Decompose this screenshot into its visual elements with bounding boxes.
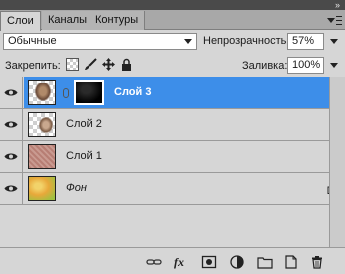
layer-content[interactable]: Слой 3 bbox=[24, 77, 329, 108]
tab-layers[interactable]: Слои bbox=[0, 11, 41, 31]
eye-icon bbox=[4, 185, 18, 192]
layer-row-3[interactable]: Слой 3 bbox=[0, 77, 345, 109]
fill-slider-arrow-icon[interactable] bbox=[330, 63, 338, 68]
layer-mask-thumbnail[interactable] bbox=[74, 80, 104, 105]
panel-menu-button[interactable] bbox=[327, 13, 342, 27]
link-chain-icon bbox=[63, 88, 69, 98]
collapse-icon[interactable]: ›› bbox=[335, 0, 340, 10]
link-layers-icon[interactable] bbox=[146, 255, 162, 269]
layer-name: Слой 3 bbox=[114, 86, 152, 98]
trash-icon[interactable] bbox=[309, 255, 325, 269]
opacity-field[interactable]: 57% bbox=[287, 33, 324, 50]
panel-menu-arrow-icon bbox=[327, 18, 335, 23]
layer-thumbnail bbox=[28, 80, 56, 105]
layer-thumbnail bbox=[28, 112, 56, 137]
eye-icon bbox=[4, 153, 18, 160]
chevron-down-icon bbox=[184, 39, 192, 44]
lock-transparency-icon[interactable] bbox=[66, 58, 79, 71]
layer-name: Фон bbox=[66, 182, 87, 194]
layers-scrollbar[interactable] bbox=[329, 77, 345, 247]
adjustment-layer-icon[interactable] bbox=[229, 255, 245, 269]
visibility-toggle[interactable] bbox=[0, 77, 23, 108]
lock-pixels-brush-icon[interactable] bbox=[84, 58, 97, 71]
panel-titlebar: ›› bbox=[0, 0, 345, 10]
layer-thumbnail bbox=[28, 144, 56, 169]
fill-label: Заливка: bbox=[242, 60, 288, 72]
new-layer-icon[interactable] bbox=[283, 255, 299, 269]
visibility-toggle[interactable] bbox=[0, 173, 23, 204]
layer-name: Слой 1 bbox=[66, 150, 102, 162]
layer-content[interactable]: Слой 1 bbox=[24, 141, 329, 172]
tab-channels[interactable]: Каналы bbox=[42, 11, 95, 30]
layers-list: Слой 3 Слой 2 Слой 1 Фон bbox=[0, 77, 345, 247]
eye-icon bbox=[4, 121, 18, 128]
opacity-slider-arrow-icon[interactable] bbox=[330, 39, 338, 44]
blend-mode-value: Обычные bbox=[8, 35, 57, 47]
fx-icon[interactable]: fx bbox=[174, 255, 190, 269]
layer-content[interactable]: Фон bbox=[24, 173, 337, 204]
blend-mode-select[interactable]: Обычные bbox=[3, 33, 197, 50]
layers-panel: ›› Слои Каналы Контуры Обычные Непрозрач… bbox=[0, 0, 345, 274]
lock-label: Закрепить: bbox=[5, 60, 61, 72]
layer-row-1[interactable]: Слой 1 bbox=[0, 141, 345, 173]
fill-field[interactable]: 100% bbox=[287, 57, 324, 74]
opacity-label: Непрозрачность: bbox=[203, 35, 290, 47]
eye-icon bbox=[4, 89, 18, 96]
visibility-toggle[interactable] bbox=[0, 109, 23, 140]
layer-content[interactable]: Слой 2 bbox=[24, 109, 329, 140]
layers-bottom-toolbar: fx bbox=[0, 247, 345, 274]
layer-row-2[interactable]: Слой 2 bbox=[0, 109, 345, 141]
tab-paths[interactable]: Контуры bbox=[89, 11, 146, 30]
lock-all-icon[interactable] bbox=[120, 58, 133, 71]
new-group-icon[interactable] bbox=[257, 255, 273, 269]
layer-row-background[interactable]: Фон bbox=[0, 173, 345, 205]
layer-name: Слой 2 bbox=[66, 118, 102, 130]
panel-tabs: Слои Каналы Контуры bbox=[0, 10, 345, 31]
visibility-toggle[interactable] bbox=[0, 141, 23, 172]
panel-menu-lines-icon bbox=[336, 16, 342, 25]
layer-thumbnail bbox=[28, 176, 56, 201]
lock-position-move-icon[interactable] bbox=[102, 58, 115, 71]
add-mask-icon[interactable] bbox=[201, 255, 217, 269]
